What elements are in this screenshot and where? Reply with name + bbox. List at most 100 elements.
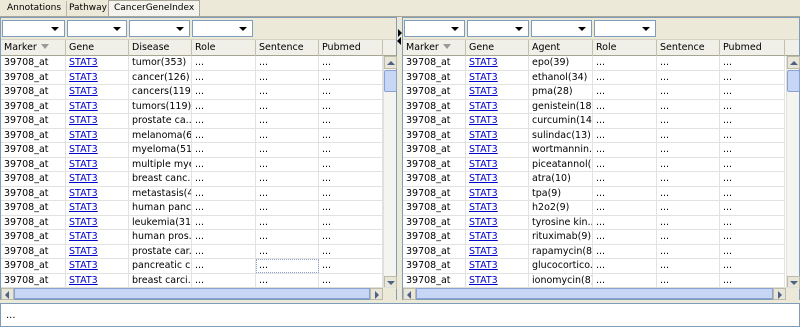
role-cell[interactable]: ... xyxy=(192,85,256,99)
table-row[interactable]: 39708_at STAT3 prostate car............ xyxy=(1,244,383,259)
pubmed-cell[interactable]: ... xyxy=(319,273,383,288)
table-row[interactable]: 39708_at STAT3 ionomycin(8)......... xyxy=(403,273,785,288)
marker-cell[interactable]: 39708_at xyxy=(1,56,66,70)
column-header-pubmed[interactable]: Pubmed xyxy=(319,40,383,56)
agent-cell[interactable]: rapamycin(8) xyxy=(529,244,593,259)
gene-link[interactable]: STAT3 xyxy=(66,230,129,244)
gene-link[interactable]: STAT3 xyxy=(466,172,529,186)
marker-cell[interactable]: 39708_at xyxy=(1,157,66,172)
marker-filter-dropdown[interactable] xyxy=(2,20,65,37)
disease-cell[interactable]: cancer(126) xyxy=(129,70,192,85)
sentence-cell[interactable]: ... xyxy=(657,172,720,186)
role-filter-dropdown[interactable] xyxy=(594,20,656,37)
marker-cell[interactable]: 39708_at xyxy=(1,70,66,85)
pubmed-cell[interactable]: ... xyxy=(720,215,785,230)
role-cell[interactable]: ... xyxy=(192,128,256,143)
pubmed-cell[interactable]: ... xyxy=(720,172,785,186)
hscroll-thumb[interactable] xyxy=(14,288,370,299)
table-row[interactable]: 39708_at STAT3 breast canc............ xyxy=(1,172,383,187)
pubmed-cell[interactable]: ... xyxy=(720,273,785,288)
column-header-marker[interactable]: Marker xyxy=(1,40,66,56)
horizontal-scrollbar[interactable] xyxy=(403,287,799,300)
role-cell[interactable]: ... xyxy=(192,201,256,215)
gene-link[interactable]: STAT3 xyxy=(66,85,129,99)
marker-cell[interactable]: 39708_at xyxy=(403,244,466,259)
sentence-cell[interactable]: ... xyxy=(256,143,319,157)
marker-cell[interactable]: 39708_at xyxy=(403,157,466,172)
disease-cell[interactable]: myeloma(51) xyxy=(129,143,192,157)
marker-cell[interactable]: 39708_at xyxy=(403,99,466,114)
pubmed-cell[interactable]: ... xyxy=(319,244,383,259)
gene-link[interactable]: STAT3 xyxy=(66,244,129,259)
role-cell[interactable]: ... xyxy=(192,259,256,273)
table-row[interactable]: 39708_at STAT3 curcumin(14)......... xyxy=(403,114,785,129)
agent-cell[interactable]: curcumin(14) xyxy=(529,114,593,128)
gene-link[interactable]: STAT3 xyxy=(466,157,529,172)
agent-cell[interactable]: epo(39) xyxy=(529,56,593,70)
table-row[interactable]: 39708_at STAT3 atra(10)......... xyxy=(403,172,785,187)
agent-cell[interactable]: glucocortico... xyxy=(529,259,593,273)
pubmed-cell[interactable]: ... xyxy=(720,114,785,128)
table-row[interactable]: 39708_at STAT3 rapamycin(8)......... xyxy=(403,244,785,259)
sentence-cell[interactable]: ... xyxy=(256,244,319,259)
table-row[interactable]: 39708_at STAT3 h2o2(9)......... xyxy=(403,201,785,216)
marker-cell[interactable]: 39708_at xyxy=(403,273,466,288)
pubmed-cell[interactable]: ... xyxy=(319,56,383,70)
sentence-cell[interactable]: ... xyxy=(256,114,319,128)
agent-cell[interactable]: tyrosine kin... xyxy=(529,215,593,230)
pubmed-cell[interactable]: ... xyxy=(720,244,785,259)
gene-link[interactable]: STAT3 xyxy=(466,215,529,230)
table-row[interactable]: 39708_at STAT3 myeloma(51)......... xyxy=(1,143,383,158)
column-header-sentence[interactable]: Sentence xyxy=(256,40,319,56)
gene-link[interactable]: STAT3 xyxy=(466,99,529,114)
disease-cell[interactable]: human pros... xyxy=(129,230,192,244)
gene-filter-dropdown[interactable] xyxy=(467,20,529,37)
table-row[interactable]: 39708_atSTAT3pancreatic c............ xyxy=(1,259,383,274)
role-cell[interactable]: ... xyxy=(593,201,657,215)
pubmed-cell[interactable]: ... xyxy=(319,114,383,128)
marker-cell[interactable]: 39708_at xyxy=(1,172,66,186)
gene-link[interactable]: STAT3 xyxy=(466,201,529,215)
agent-cell[interactable]: ionomycin(8) xyxy=(529,273,593,288)
table-row[interactable]: 39708_at STAT3 leukemia(31)......... xyxy=(1,215,383,230)
table-row[interactable]: 39708_atSTAT3melanoma(63)......... xyxy=(1,128,383,143)
gene-link[interactable]: STAT3 xyxy=(66,172,129,186)
sentence-cell[interactable]: ... xyxy=(256,128,319,143)
scroll-right-button[interactable] xyxy=(370,288,383,300)
agent-cell[interactable]: genistein(18) xyxy=(529,99,593,114)
role-cell[interactable]: ... xyxy=(192,114,256,128)
disease-cell[interactable]: leukemia(31) xyxy=(129,215,192,230)
sentence-cell[interactable]: ... xyxy=(657,157,720,172)
table-row[interactable]: 39708_at STAT3 tpa(9)......... xyxy=(403,186,785,201)
role-cell[interactable]: ... xyxy=(192,172,256,186)
role-cell[interactable]: ... xyxy=(593,172,657,186)
table-row[interactable]: 39708_at STAT3 ethanol(34)......... xyxy=(403,70,785,85)
disease-cell[interactable]: human panc... xyxy=(129,201,192,215)
pubmed-cell[interactable]: ... xyxy=(720,56,785,70)
table-row[interactable]: 39708_at STAT3 glucocortico............ xyxy=(403,259,785,274)
agent-cell[interactable]: wortmannin... xyxy=(529,143,593,157)
sentence-cell[interactable]: ... xyxy=(256,215,319,230)
marker-cell[interactable]: 39708_at xyxy=(403,70,466,85)
sentence-cell[interactable]: ... xyxy=(657,259,720,273)
table-row[interactable]: 39708_at STAT3 tumor(353)......... xyxy=(1,56,383,71)
pubmed-cell[interactable]: ... xyxy=(720,143,785,157)
horizontal-scrollbar[interactable] xyxy=(1,287,396,300)
table-row[interactable]: 39708_atSTAT3piceatannol(............ xyxy=(403,157,785,172)
role-cell[interactable]: ... xyxy=(192,215,256,230)
sentence-cell[interactable]: ... xyxy=(657,56,720,70)
splitter-arrow-icon[interactable] xyxy=(397,37,401,45)
sentence-cell[interactable]: ... xyxy=(657,230,720,244)
tab-pathway[interactable]: Pathway xyxy=(64,1,113,17)
sentence-cell[interactable]: ... xyxy=(657,273,720,288)
gene-link[interactable]: STAT3 xyxy=(66,186,129,201)
scroll-thumb[interactable] xyxy=(384,70,397,92)
table-row[interactable]: 39708_at STAT3 epo(39)......... xyxy=(403,56,785,71)
gene-link[interactable]: STAT3 xyxy=(466,70,529,85)
gene-link[interactable]: STAT3 xyxy=(66,128,129,143)
pubmed-cell[interactable]: ... xyxy=(319,186,383,201)
hscroll-thumb[interactable] xyxy=(416,288,773,299)
table-row[interactable]: 39708_at STAT3 rituximab(9)......... xyxy=(403,230,785,245)
role-cell[interactable]: ... xyxy=(192,230,256,244)
table-row[interactable]: 39708_at STAT3 wortmannin............ xyxy=(403,143,785,158)
